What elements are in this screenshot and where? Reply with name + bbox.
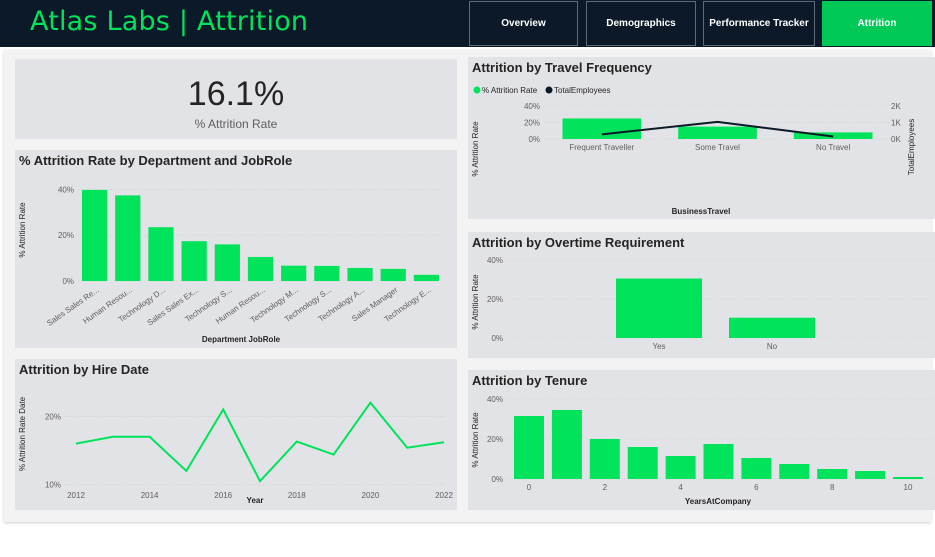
bar (347, 267, 373, 281)
x-tick-label: 8 (830, 483, 835, 492)
x-tick-label: 2020 (362, 491, 380, 500)
bar (380, 268, 406, 281)
x-tick-label: 2016 (214, 491, 232, 500)
x-tick-label: 2012 (67, 491, 85, 500)
x-tick-label: 2022 (435, 491, 453, 500)
bar (703, 444, 734, 479)
header-bar: Atlas Labs | Attrition Overview Demograp… (0, 0, 935, 47)
legend-label: TotalEmployees (554, 86, 610, 95)
series-line (75, 401, 445, 483)
y-axis-title: % Attrition Rate Date (18, 396, 27, 471)
tenure-chart-card[interactable]: Attrition by Tenure 0% 20% 40% 0 2 4 6 8 10 Years… (468, 370, 935, 510)
y2-tick-label: 2K (891, 102, 901, 111)
travel-chart-card[interactable]: Attrition by Travel Frequency 0% 20% 40%% … (468, 57, 935, 219)
bar (81, 189, 108, 281)
x-tick-label: 6 (754, 483, 759, 492)
bar (678, 126, 757, 139)
y2-tick-label: 0K (891, 135, 901, 144)
y-axis-title: % Attrition Rate (471, 412, 480, 468)
y2-tick-label: 1K (891, 119, 901, 128)
x-tick-label: 0 (527, 483, 532, 492)
bar (616, 278, 702, 338)
y-tick-label: 0% (491, 475, 503, 484)
y-tick-label: 0% (62, 277, 74, 286)
y-axis-title: % Attrition Rate (471, 274, 480, 330)
x-tick-label: 2 (603, 483, 608, 492)
travel-chart: 0% 20% 40% % Attrition Rate TotalEmployees 0K… (471, 86, 916, 216)
y-tick-label: 0% (528, 135, 540, 144)
dept-chart: 0%20%40%Sales Sales Re...Human Resou...T… (18, 185, 443, 344)
bar (551, 410, 582, 479)
y-tick-label: 40% (524, 102, 540, 111)
x-tick-label: 10 (904, 483, 913, 492)
y-tick-label: 20% (487, 435, 503, 444)
report-canvas: 16.1% % Attrition Rate % Attrition Rate … (4, 50, 935, 522)
legend-marker (545, 86, 553, 94)
x-tick-label: No Travel (816, 143, 850, 152)
y-tick-label: 20% (524, 119, 540, 128)
y-tick-label: 40% (58, 185, 74, 194)
bar (314, 265, 340, 281)
y-tick-label: 20% (487, 295, 503, 304)
bar (855, 471, 886, 479)
bar (413, 274, 440, 281)
tab-attrition[interactable]: Attrition (822, 1, 932, 46)
bar (115, 195, 141, 281)
dept-chart-card[interactable]: % Attrition Rate by Department and JobRo… (15, 150, 457, 348)
bar (281, 265, 307, 281)
tenure-chart: 0% 20% 40% 0 2 4 6 8 10 YearsAtCompany % Attrition… (471, 395, 935, 506)
bar (514, 416, 544, 479)
bar (562, 118, 642, 139)
hire-chart-card[interactable]: Attrition by Hire Date 10% 20% 2012 2014 201… (15, 359, 457, 510)
y-axis-title: % Attrition Rate (18, 202, 27, 258)
y2-axis-title: TotalEmployees (907, 119, 916, 175)
x-axis-title: Year (247, 496, 264, 505)
tab-demographics[interactable]: Demographics (586, 1, 696, 46)
bar (665, 456, 696, 479)
tab-performance-tracker[interactable]: Performance Tracker (703, 1, 815, 46)
x-tick-label: Yes (652, 342, 665, 351)
y-tick-label: 10% (45, 481, 61, 490)
x-tick-label: 2014 (141, 491, 159, 500)
bar (214, 244, 240, 281)
y-tick-label: 20% (58, 231, 74, 240)
y-tick-label: 40% (487, 256, 503, 265)
tab-overview[interactable]: Overview (469, 1, 578, 46)
bar (779, 464, 810, 479)
y-axis-title: % Attrition Rate (471, 121, 480, 177)
overtime-chart-card[interactable]: Attrition by Overtime Requirement 0% 20% 4… (468, 232, 935, 358)
kpi-card[interactable]: 16.1% % Attrition Rate (15, 59, 457, 139)
kpi-label: % Attrition Rate (194, 117, 278, 131)
x-axis-title: BusinessTravel (672, 207, 731, 216)
bar (817, 469, 848, 479)
x-tick-label: Some Travel (695, 143, 740, 152)
x-tick-label: No (767, 342, 778, 351)
y-tick-label: 40% (487, 395, 503, 404)
page-title: Atlas Labs | Attrition (30, 6, 309, 37)
hire-chart: 10% 20% 2012 2014 2016 2018 2020 2022 Year % Attr… (18, 396, 453, 505)
bar (729, 317, 815, 338)
y-tick-label: 20% (45, 412, 61, 421)
bar (627, 447, 658, 479)
legend-marker (473, 86, 481, 94)
x-axis-title: Department JobRole (202, 335, 281, 344)
legend-label: % Attrition Rate (482, 86, 538, 95)
x-tick-label: 4 (678, 483, 683, 492)
bar (181, 241, 207, 281)
overtime-chart: 0% 20% 40% Yes No % Attrition Rate (471, 256, 935, 351)
bar (893, 477, 923, 479)
bar (741, 458, 772, 479)
x-tick-label: Frequent Traveller (569, 143, 634, 152)
bar (247, 256, 274, 281)
x-tick-label: 2018 (288, 491, 306, 500)
kpi-value: 16.1% (187, 75, 285, 113)
x-axis-title: YearsAtCompany (685, 497, 752, 506)
bar (589, 439, 620, 479)
bar (148, 227, 174, 281)
y-tick-label: 0% (491, 334, 503, 343)
